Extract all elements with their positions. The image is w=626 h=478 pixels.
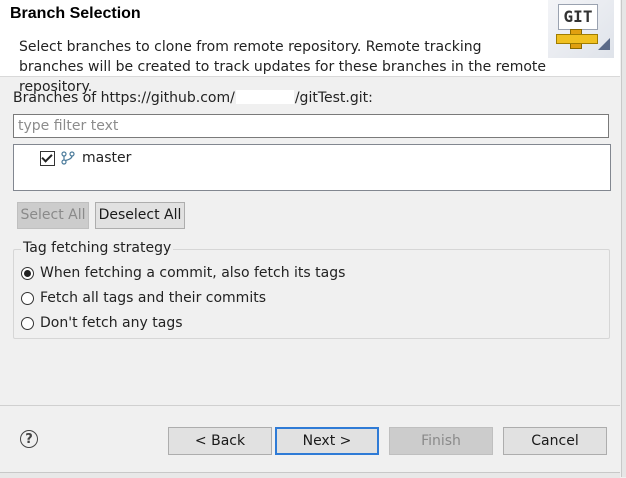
radio-label: Fetch all tags and their commits: [40, 290, 266, 306]
redacted-username: [235, 90, 294, 104]
git-logo-corner-icon: [598, 38, 610, 50]
clone-wizard-dialog: Branch Selection Select branches to clon…: [0, 0, 620, 478]
branch-list: master: [13, 144, 611, 191]
branch-name: master: [82, 150, 132, 166]
branches-label: Branches of https://github.com/ /gitTest.…: [13, 90, 373, 106]
page-title: Branch Selection: [10, 5, 141, 22]
finish-button[interactable]: Finish: [389, 427, 493, 455]
radio-label: When fetching a commit, also fetch its t…: [40, 265, 346, 281]
branch-filter-input[interactable]: [13, 114, 609, 138]
radio-button[interactable]: [21, 291, 34, 305]
radio-button-selected[interactable]: [21, 266, 34, 280]
deselect-all-button[interactable]: Deselect All: [95, 202, 185, 229]
back-button[interactable]: < Back: [168, 427, 272, 455]
select-all-button[interactable]: Select All: [17, 202, 89, 229]
git-logo-bar-icon: [556, 34, 598, 44]
radio-no-tags[interactable]: Don't fetch any tags: [21, 315, 183, 331]
branches-label-suffix: /gitTest.git:: [294, 90, 373, 106]
page-description: Select branches to clone from remote rep…: [19, 39, 547, 95]
branch-checkbox[interactable]: [40, 150, 55, 166]
git-logo-text: GIT: [558, 4, 598, 30]
help-icon[interactable]: ?: [20, 430, 38, 448]
background-window-edge: [621, 0, 626, 477]
radio-fetch-all-tags[interactable]: Fetch all tags and their commits: [21, 290, 266, 306]
cancel-button[interactable]: Cancel: [503, 427, 607, 455]
branch-icon: [61, 151, 75, 165]
radio-fetch-commit-tags[interactable]: When fetching a commit, also fetch its t…: [21, 265, 345, 281]
branches-label-prefix: Branches of https://github.com/: [13, 90, 235, 106]
git-logo: GIT: [548, 0, 614, 58]
tag-fetching-legend: Tag fetching strategy: [21, 240, 174, 256]
radio-button[interactable]: [21, 316, 34, 330]
radio-label: Don't fetch any tags: [40, 315, 183, 331]
next-button[interactable]: Next >: [275, 427, 379, 455]
background-window-bottom: [0, 472, 620, 478]
branch-list-item[interactable]: master: [40, 149, 131, 167]
footer-separator: [0, 405, 620, 406]
wizard-header: Branch Selection Select branches to clon…: [0, 0, 620, 95]
